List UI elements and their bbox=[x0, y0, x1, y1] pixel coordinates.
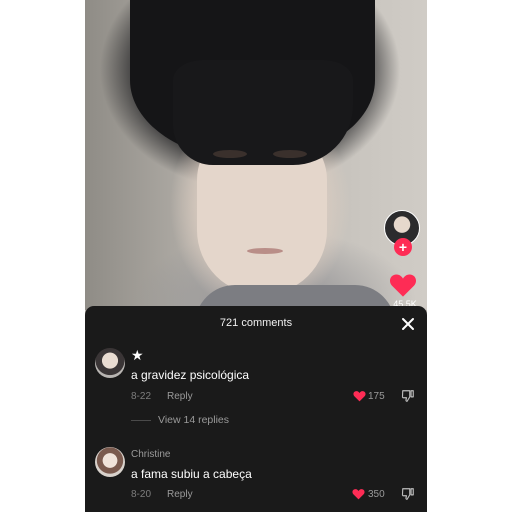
comments-count-title: 721 comments bbox=[219, 317, 293, 329]
view-replies-button[interactable]: View 14 replies bbox=[158, 414, 229, 426]
video-subject-bangs bbox=[173, 60, 353, 165]
comment-date: 8-20 bbox=[131, 489, 152, 500]
reply-button[interactable]: Reply bbox=[167, 391, 193, 402]
comments-sheet: 721 comments ★ a gravidez psicológica 8-… bbox=[85, 306, 427, 512]
video-subject-eye bbox=[273, 150, 307, 158]
follow-button[interactable]: + bbox=[394, 238, 412, 256]
comment-text: a gravidez psicológica bbox=[131, 368, 250, 382]
commenter-avatar[interactable] bbox=[95, 447, 125, 477]
comment-text: a fama subiu a cabeça bbox=[131, 467, 252, 481]
dislike-icon[interactable] bbox=[401, 487, 415, 501]
comment-like-icon[interactable] bbox=[353, 390, 366, 402]
video-subject-mouth bbox=[247, 248, 283, 254]
comment-like-count: 350 bbox=[368, 489, 385, 500]
star-icon: ★ bbox=[131, 347, 144, 363]
like-heart-icon[interactable] bbox=[389, 272, 417, 298]
commenter-avatar[interactable] bbox=[95, 348, 125, 378]
reply-button[interactable]: Reply bbox=[167, 489, 193, 500]
comment-like-count: 175 bbox=[368, 391, 385, 402]
comment-username[interactable]: Christine bbox=[131, 449, 170, 460]
dislike-icon[interactable] bbox=[401, 389, 415, 403]
tiktok-screen: + 45.5K 721 comments ★ a gravidez psicol… bbox=[85, 0, 427, 512]
close-icon[interactable] bbox=[400, 316, 416, 332]
video-subject-eye bbox=[213, 150, 247, 158]
comment-date: 8-22 bbox=[131, 391, 152, 402]
comment-like-icon[interactable] bbox=[352, 488, 365, 500]
video-player[interactable] bbox=[85, 0, 427, 325]
view-replies-divider bbox=[131, 420, 151, 421]
